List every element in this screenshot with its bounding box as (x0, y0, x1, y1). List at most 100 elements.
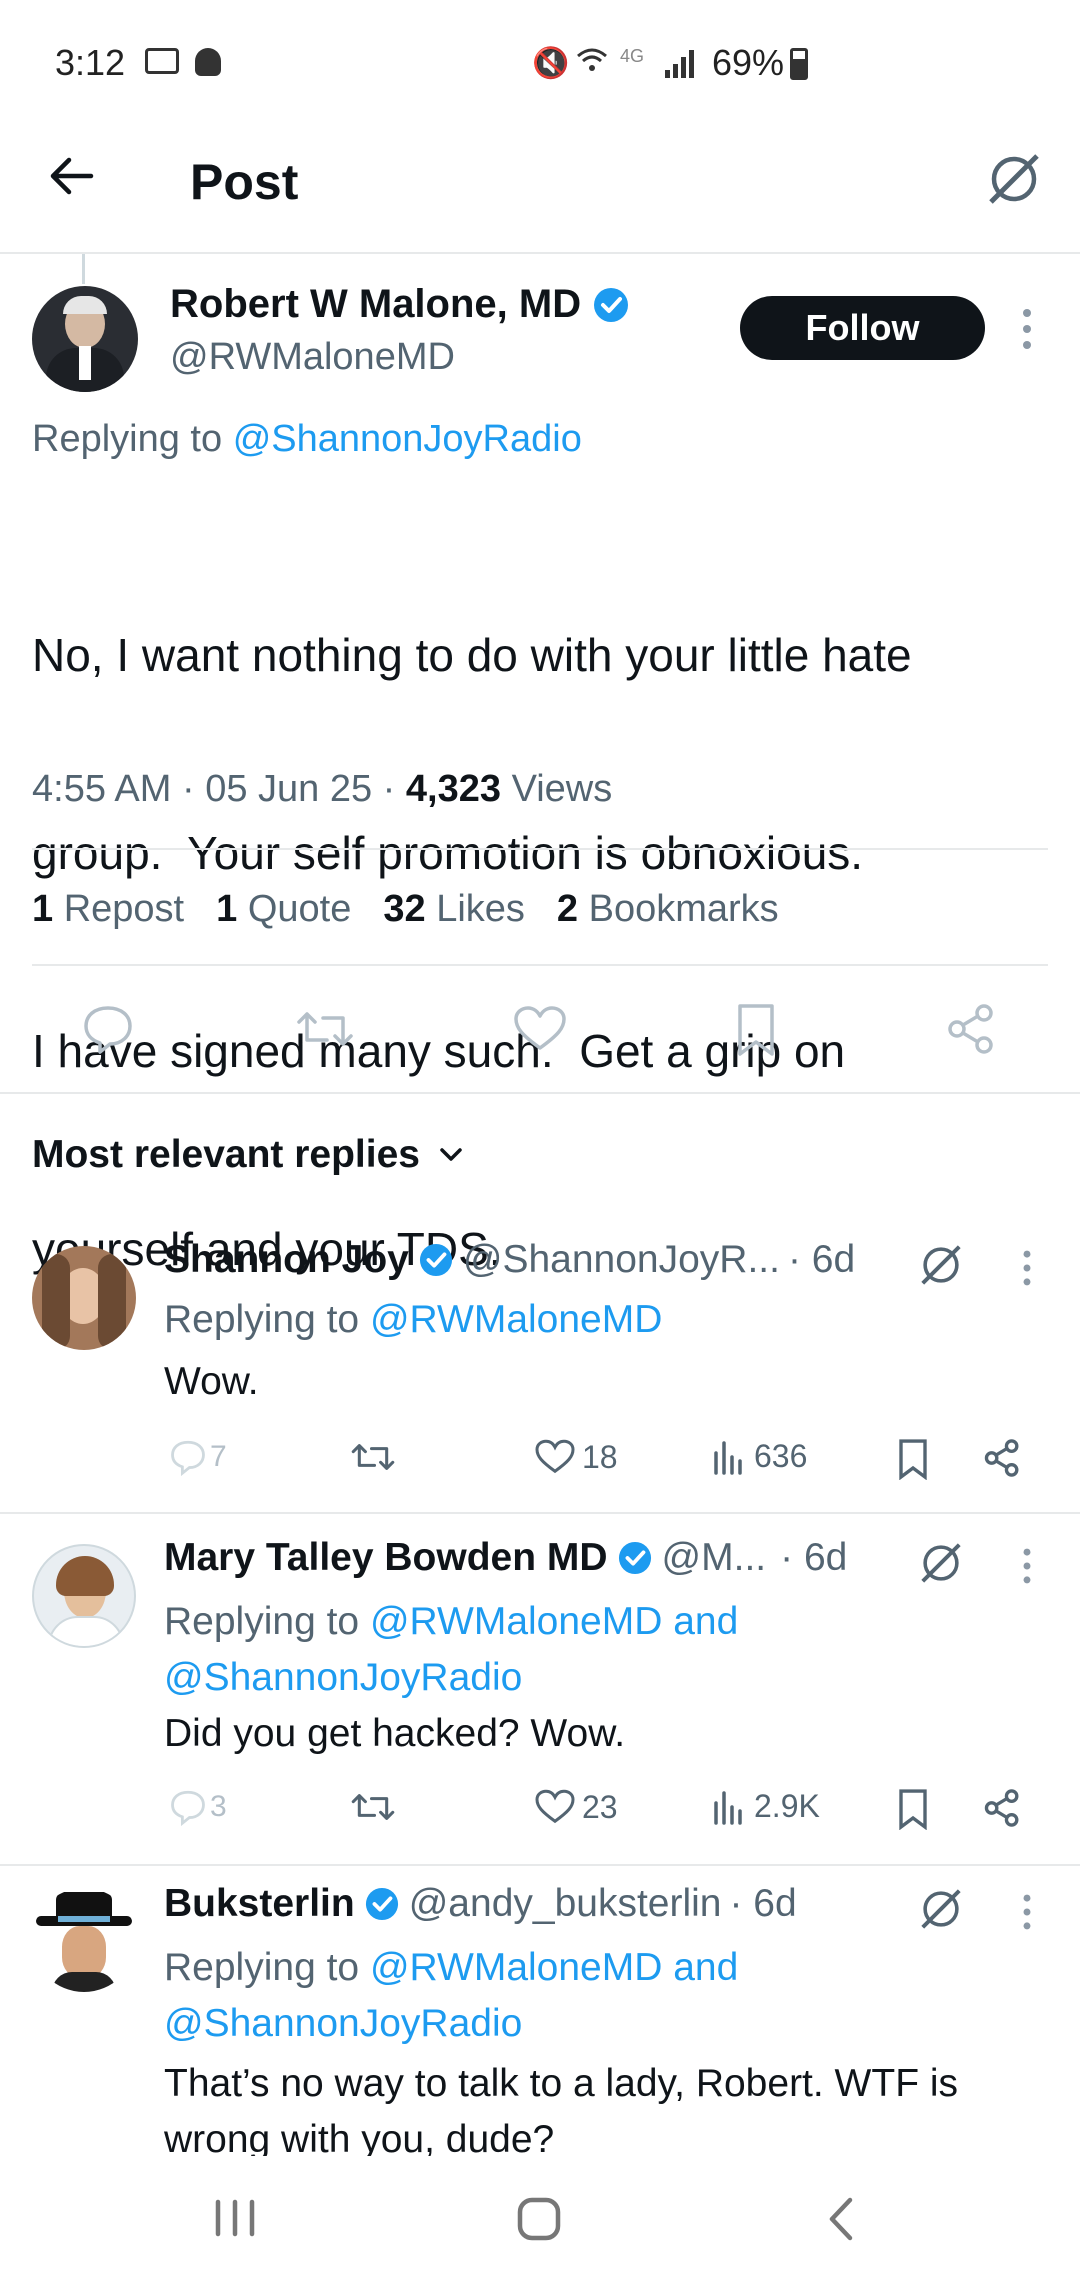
reply-text: Did you get hacked? Wow. (164, 1712, 626, 1755)
reply-button[interactable] (80, 1002, 136, 1056)
back-chevron-icon (829, 2197, 853, 2241)
reply-grok-button[interactable] (918, 1886, 964, 1932)
views-label: Views (511, 768, 613, 810)
share-icon (948, 1004, 993, 1054)
repost-button[interactable] (295, 1004, 355, 1054)
reply-replying-prefix: Replying to (164, 1946, 360, 1989)
recents-icon (215, 2199, 255, 2237)
reply-grok-button[interactable] (918, 1242, 964, 1288)
recent-apps-button[interactable] (212, 2198, 258, 2238)
reply-bookmark-button[interactable] (896, 1788, 930, 1830)
grok-icon (921, 1889, 961, 1929)
reply-age: · 6d (787, 1238, 856, 1281)
bookmark-button[interactable] (734, 1002, 778, 1058)
wifi-icon (575, 44, 609, 78)
more-vertical-icon (1023, 1548, 1031, 1584)
quotes-stat[interactable]: 1 Quote (216, 888, 351, 931)
reply-author-name[interactable]: Mary Talley Bowden MD (164, 1536, 608, 1580)
replying-to: Replying to @ShannonJoyRadio (32, 418, 582, 461)
more-vertical-icon (1023, 1894, 1031, 1930)
reply-author-handle[interactable]: @andy_buksterlin (409, 1882, 722, 1926)
likes-stat[interactable]: 32 Likes (383, 888, 525, 931)
reply-likes[interactable]: 23 (534, 1788, 618, 1826)
share-icon (984, 1439, 1019, 1477)
follow-button[interactable]: Follow (740, 296, 985, 360)
system-back-button[interactable] (826, 2196, 856, 2242)
reply-replying-prefix: Replying to (164, 1600, 360, 1643)
reply-bookmark-button[interactable] (896, 1438, 930, 1480)
reply-replying-handle[interactable]: @RWMaloneMD and (370, 1946, 738, 1989)
author-name[interactable]: Robert W Malone, MD (170, 282, 581, 327)
reply-more-button[interactable] (1020, 1248, 1034, 1288)
reply-author-handle[interactable]: @ShannonJoyR... (463, 1238, 780, 1282)
tweet-line: group. Your self promotion is obnoxious. (32, 827, 864, 879)
reply-author-name[interactable]: Buksterlin (164, 1882, 355, 1926)
reply-grok-button[interactable] (918, 1540, 964, 1586)
reply-icon (171, 1790, 205, 1826)
mute-icon: 🔇 (532, 47, 570, 80)
reply-author-name[interactable]: Shannon Joy (164, 1238, 409, 1282)
reply-icon (171, 1440, 205, 1476)
reply-author-handle[interactable]: @M... (662, 1536, 767, 1580)
reply-avatar[interactable] (32, 1888, 136, 1992)
grok-icon (989, 154, 1039, 204)
grok-icon (921, 1543, 961, 1583)
reply-replying-handle-2[interactable]: @ShannonJoyRadio (164, 1650, 738, 1706)
reply-item[interactable]: Buksterlin @andy_buksterlin · 6d Replyin… (0, 1866, 1080, 2156)
more-vertical-icon (1023, 1250, 1031, 1286)
reply-comments[interactable]: 3 (168, 1788, 227, 1826)
reply-repost[interactable] (350, 1788, 396, 1826)
more-options-button[interactable] (1020, 306, 1034, 352)
header-divider (0, 252, 1080, 254)
reply-text: Wow. (164, 1360, 259, 1403)
author-avatar[interactable] (32, 286, 138, 392)
replies-sort-button[interactable]: Most relevant replies (32, 1133, 466, 1177)
verified-badge-icon (365, 1887, 398, 1921)
share-button[interactable] (944, 1002, 998, 1056)
tweet-meta: 4:55 AM · 05 Jun 25 · 4,323 Views (32, 768, 613, 810)
reply-repost[interactable] (350, 1438, 396, 1476)
reply-replying-handle[interactable]: @RWMaloneMD and (370, 1600, 738, 1643)
bookmarks-stat[interactable]: 2 Bookmarks (557, 888, 779, 931)
reply-share-button[interactable] (982, 1438, 1022, 1478)
replying-handle[interactable]: @ShannonJoyRadio (233, 418, 582, 460)
back-arrow-icon (50, 157, 94, 195)
tweet-time[interactable]: 4:55 AM (32, 768, 171, 810)
heart-icon (514, 1006, 566, 1050)
reply-comments[interactable]: 7 (168, 1438, 227, 1476)
bookmark-icon (899, 1789, 927, 1830)
reply-views[interactable]: 636 (712, 1438, 807, 1475)
stats-divider (32, 964, 1048, 966)
analytics-icon (714, 1440, 742, 1475)
reply-text: That’s no way to talk to a lady, Robert.… (164, 2056, 958, 2156)
reposts-stat[interactable]: 1 Repost (32, 888, 184, 931)
reply-more-button[interactable] (1020, 1546, 1034, 1586)
tweet-line: No, I want nothing to do with your littl… (32, 629, 912, 681)
signal-icon (665, 48, 699, 78)
reply-views[interactable]: 2.9K (712, 1788, 820, 1825)
reply-avatar[interactable] (32, 1544, 136, 1648)
analytics-icon (714, 1790, 742, 1825)
tweet-date[interactable]: 05 Jun 25 (205, 768, 372, 810)
reply-more-button[interactable] (1020, 1892, 1034, 1932)
reply-share-button[interactable] (982, 1788, 1022, 1828)
like-button[interactable] (512, 1004, 568, 1054)
reply-item[interactable]: Mary Talley Bowden MD @M... · 6d Replyin… (0, 1514, 1080, 1864)
reply-replying-handle-2[interactable]: @ShannonJoyRadio (164, 1996, 738, 2052)
home-button[interactable] (516, 2196, 562, 2242)
battery-icon (790, 48, 808, 80)
reply-replying-handle[interactable]: @RWMaloneMD (370, 1298, 662, 1341)
actions-divider (0, 1092, 1080, 1094)
back-button[interactable] (45, 150, 97, 202)
chevron-down-icon (440, 1148, 462, 1161)
bookmark-icon (899, 1439, 927, 1480)
reply-avatar[interactable] (32, 1246, 136, 1350)
author-handle[interactable]: @RWMaloneMD (170, 336, 455, 379)
reply-item[interactable]: Shannon Joy @ShannonJoyR... · 6d Replyin… (0, 1216, 1080, 1512)
heart-icon (535, 1439, 575, 1474)
verified-badge-icon (593, 287, 629, 323)
reply-likes[interactable]: 18 (534, 1438, 618, 1476)
grok-button[interactable] (985, 150, 1043, 208)
thread-line (82, 254, 85, 284)
ghost-icon (195, 48, 221, 76)
